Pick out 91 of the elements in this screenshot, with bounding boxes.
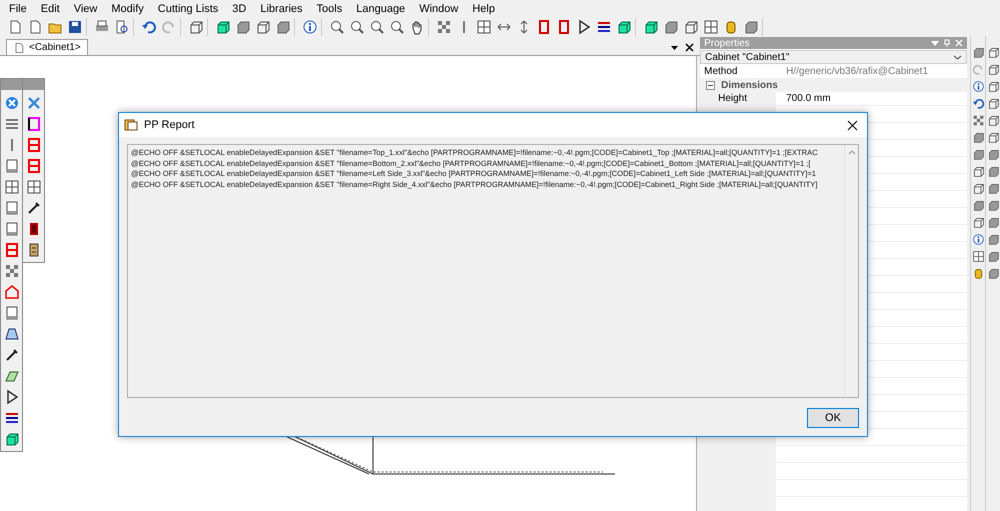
- box-icon[interactable]: [972, 131, 984, 144]
- pin-icon[interactable]: [26, 200, 42, 216]
- box-icon[interactable]: [986, 148, 1000, 161]
- box-icon[interactable]: [986, 182, 1000, 195]
- ok-button[interactable]: OK: [807, 408, 859, 428]
- box-icon[interactable]: [972, 46, 984, 59]
- report-text-area[interactable]: [127, 144, 859, 398]
- box-icon[interactable]: [986, 250, 1000, 263]
- zoom-icon[interactable]: [329, 18, 345, 34]
- dropdown-icon[interactable]: [670, 43, 680, 52]
- checkerboard-icon[interactable]: [436, 18, 452, 34]
- property-value[interactable]: 700.0 mm: [776, 93, 967, 104]
- toolbar-grip[interactable]: [23, 79, 44, 90]
- checkerboard-icon[interactable]: [972, 114, 984, 127]
- wireframe-box-icon[interactable]: [972, 165, 984, 178]
- chevron-icon: [953, 52, 962, 62]
- panel-icon[interactable]: [4, 221, 20, 237]
- scrollbar[interactable]: [844, 145, 858, 397]
- property-value[interactable]: H//generic/vb36/rafix@Cabinet1: [776, 66, 967, 77]
- wireframe-box-icon[interactable]: [986, 131, 1000, 144]
- wireframe-box-icon[interactable]: [972, 216, 984, 229]
- zoom-icon[interactable]: [349, 18, 365, 34]
- undo-icon[interactable]: [141, 18, 157, 34]
- info-icon[interactable]: [302, 18, 318, 34]
- info-icon[interactable]: [972, 233, 984, 246]
- close-icon[interactable]: [846, 120, 858, 130]
- cube-icon[interactable]: [643, 18, 659, 34]
- menu-item[interactable]: Tools: [310, 2, 350, 16]
- box-icon[interactable]: [986, 233, 1000, 246]
- menu-item[interactable]: Language: [349, 2, 412, 16]
- menu-item[interactable]: Help: [465, 2, 502, 16]
- document-icon: [13, 42, 25, 54]
- grid-icon[interactable]: [703, 18, 719, 34]
- split-rectangle-icon[interactable]: [4, 242, 20, 258]
- menu-item[interactable]: Libraries: [253, 2, 310, 16]
- app-icon: [124, 118, 138, 132]
- pentagon-icon[interactable]: [4, 284, 20, 300]
- checkerboard-icon[interactable]: [4, 263, 20, 279]
- property-label: Height: [700, 92, 776, 105]
- box-icon[interactable]: [986, 199, 1000, 212]
- box-icon[interactable]: [986, 216, 1000, 229]
- grid-icon[interactable]: [972, 250, 984, 263]
- undo-icon[interactable]: [972, 97, 984, 110]
- grid-icon[interactable]: [26, 179, 42, 195]
- zoom-icon[interactable]: [389, 18, 405, 34]
- panel-icon[interactable]: [4, 305, 20, 321]
- box-icon[interactable]: [986, 165, 1000, 178]
- magnifier-icon[interactable]: [114, 18, 130, 34]
- menu-item[interactable]: Window: [412, 2, 466, 16]
- panel-icon[interactable]: [4, 200, 20, 216]
- split-rectangle-icon[interactable]: [26, 158, 42, 174]
- object-dropdown[interactable]: Cabinet "Cabinet1": [700, 50, 967, 64]
- grid-icon[interactable]: [4, 179, 20, 195]
- wireframe-box-icon[interactable]: [986, 97, 1000, 110]
- cube-icon[interactable]: [4, 431, 20, 447]
- wireframe-box-icon[interactable]: [986, 114, 1000, 127]
- wireframe-box-icon[interactable]: [986, 63, 1000, 76]
- collapse-icon[interactable]: [706, 81, 716, 90]
- menu-item[interactable]: Cutting Lists: [150, 2, 226, 16]
- panel-title: Properties: [704, 38, 751, 48]
- cube-icon[interactable]: [215, 18, 231, 34]
- box-icon[interactable]: [986, 267, 1000, 280]
- panel-icon[interactable]: [4, 158, 20, 174]
- cube-icon[interactable]: [616, 18, 632, 34]
- split-rectangle-icon[interactable]: [26, 137, 42, 153]
- grid-icon[interactable]: [476, 18, 492, 34]
- save-icon[interactable]: [67, 18, 83, 34]
- close-icon[interactable]: [685, 43, 694, 52]
- wireframe-box-icon[interactable]: [986, 46, 1000, 59]
- trapezoid-icon[interactable]: [4, 326, 20, 342]
- wireframe-box-icon[interactable]: [683, 18, 699, 34]
- wireframe-box-icon[interactable]: [972, 182, 984, 195]
- wireframe-box-icon[interactable]: [188, 18, 204, 34]
- color-lines-icon[interactable]: [4, 410, 20, 426]
- info-icon[interactable]: [972, 80, 984, 93]
- toolbar-grip[interactable]: [1, 79, 22, 90]
- box-icon[interactable]: [972, 148, 984, 161]
- pin-icon[interactable]: [4, 347, 20, 363]
- wireframe-box-icon[interactable]: [986, 80, 1000, 93]
- dialog-title: PP Report: [144, 119, 196, 131]
- box-icon[interactable]: [972, 199, 984, 212]
- menu-item[interactable]: 3D: [225, 2, 254, 16]
- menu-item[interactable]: Modify: [104, 2, 151, 16]
- menu-item[interactable]: View: [66, 2, 104, 16]
- rectangle-icon[interactable]: [26, 116, 42, 132]
- group-label: Dimensions: [721, 80, 778, 91]
- menu-item[interactable]: File: [2, 2, 34, 16]
- zoom-icon[interactable]: [369, 18, 385, 34]
- menu-item[interactable]: Edit: [34, 2, 67, 16]
- wireframe-box-icon[interactable]: [255, 18, 271, 34]
- document-tab[interactable]: <Cabinet1>: [6, 39, 88, 55]
